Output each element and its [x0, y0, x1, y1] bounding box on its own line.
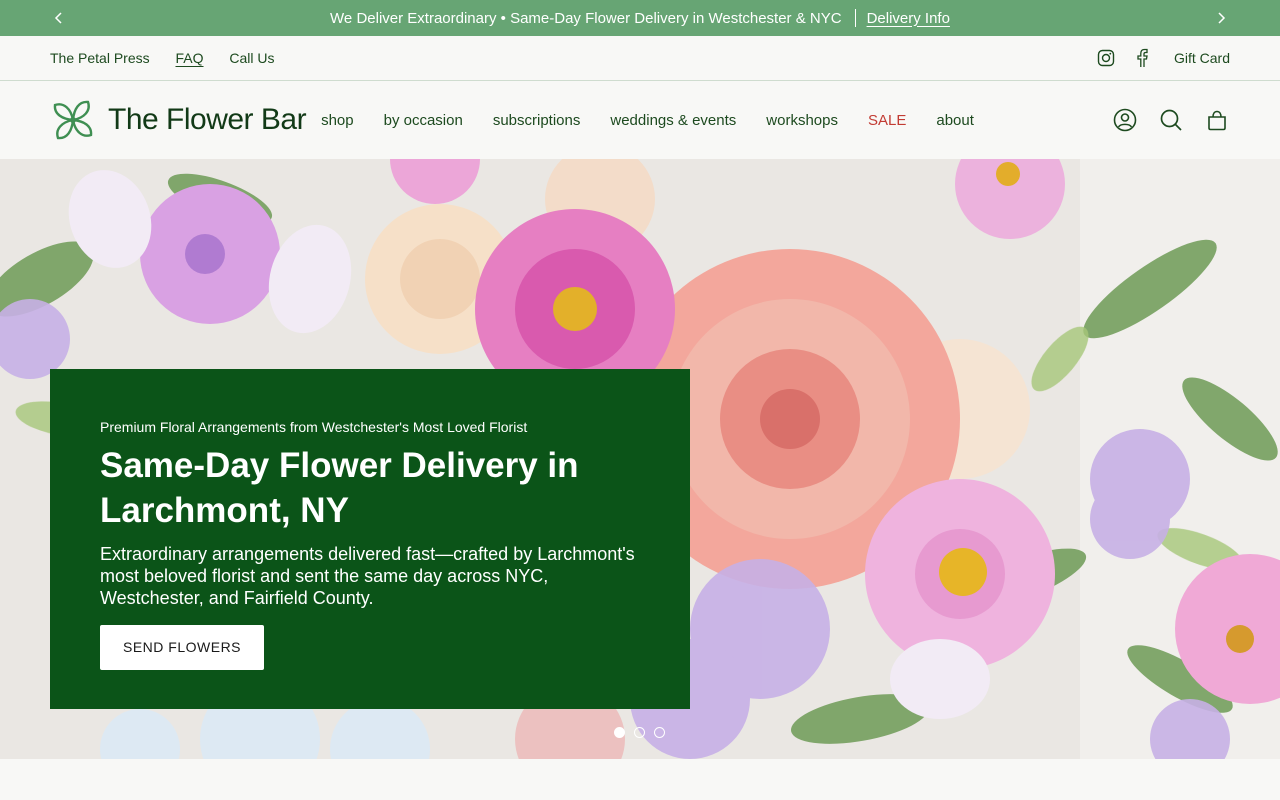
main-nav: shop by occasion subscriptions weddings … — [321, 112, 1004, 129]
instagram-icon[interactable] — [1096, 48, 1116, 68]
announcement-bar: We Deliver Extraordinary • Same-Day Flow… — [0, 0, 1280, 36]
call-us-link[interactable]: Call Us — [229, 50, 274, 66]
nav-workshops[interactable]: workshops — [766, 112, 838, 129]
slide-dot-1[interactable] — [614, 727, 625, 738]
chevron-left-icon[interactable] — [50, 9, 68, 27]
hero-title: Same-Day Flower Delivery in Larchmont, N… — [100, 446, 579, 530]
flower-logo-icon — [53, 100, 93, 140]
petal-press-link[interactable]: The Petal Press — [50, 50, 150, 66]
chevron-right-icon[interactable] — [1212, 9, 1230, 27]
announcement-text: We Deliver Extraordinary • Same-Day Flow… — [330, 9, 842, 27]
hero-kicker: Premium Floral Arrangements from Westche… — [100, 419, 528, 435]
facebook-icon[interactable] — [1132, 48, 1152, 68]
hero-banner: Premium Floral Arrangements from Westche… — [0, 159, 1280, 759]
faq-link[interactable]: FAQ — [176, 50, 204, 66]
site-header: The Flower Bar shop by occasion subscrip… — [0, 81, 1280, 159]
search-icon[interactable] — [1158, 107, 1184, 133]
slide-dot-3[interactable] — [654, 727, 665, 738]
nav-shop[interactable]: shop — [321, 112, 354, 129]
hero-body: Extraordinary arrangements delivered fas… — [100, 544, 635, 608]
nav-about[interactable]: about — [936, 112, 974, 129]
gift-card-link[interactable]: Gift Card — [1174, 50, 1230, 66]
send-flowers-button[interactable]: SEND FLOWERS — [100, 625, 265, 670]
slide-dots — [614, 727, 674, 738]
delivery-info-link[interactable]: Delivery Info — [867, 10, 950, 27]
logo-text: The Flower Bar — [108, 103, 307, 136]
cart-icon[interactable] — [1204, 107, 1230, 133]
nav-by-occasion[interactable]: by occasion — [384, 112, 463, 129]
logo[interactable]: The Flower Bar — [50, 97, 307, 143]
nav-sale[interactable]: SALE — [868, 112, 906, 129]
hero-panel: Premium Floral Arrangements from Westche… — [50, 369, 690, 709]
announcement-divider — [854, 9, 856, 27]
nav-weddings-events[interactable]: weddings & events — [610, 112, 736, 129]
nav-subscriptions[interactable]: subscriptions — [493, 112, 581, 129]
utility-bar: The Petal Press FAQ Call Us Gift Card — [0, 36, 1280, 81]
slide-dot-2[interactable] — [634, 727, 645, 738]
account-icon[interactable] — [1112, 107, 1138, 133]
